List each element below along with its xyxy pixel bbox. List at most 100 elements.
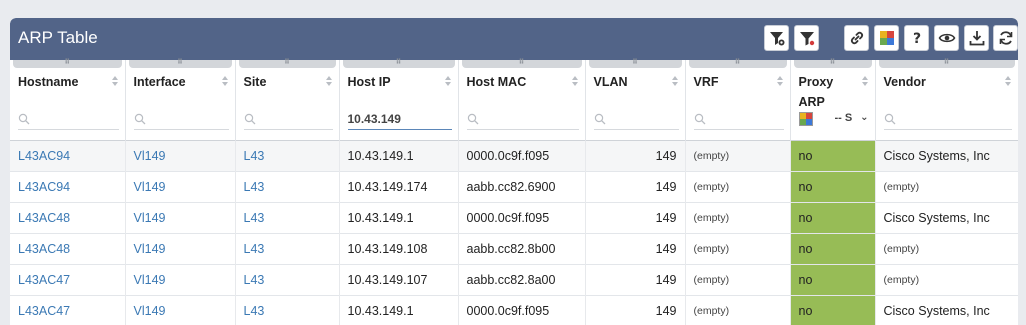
column-header-vrf[interactable]: ⠿ VRF	[685, 59, 791, 140]
hostname-link[interactable]: L43AC47	[10, 294, 126, 325]
interface-link[interactable]: Vl149	[125, 232, 236, 264]
vrf-cell: (empty)	[685, 170, 791, 202]
download-button[interactable]	[964, 25, 989, 51]
arp-table-panel: ARP Table ? ⠿ Hostname ⠿ Interface ⠿ Sit…	[10, 18, 1018, 325]
column-header-vendor[interactable]: ⠿ Vendor	[875, 59, 1018, 140]
search-icon	[134, 113, 145, 125]
site-link[interactable]: L43	[235, 139, 340, 171]
filter-settings-button[interactable]	[764, 25, 789, 51]
color-legend-button[interactable]	[874, 25, 899, 51]
hostname-link[interactable]: L43AC94	[10, 170, 126, 202]
host-ip-filter-input[interactable]: 10.43.149	[347, 110, 452, 130]
vlan-cell: 149	[585, 170, 686, 202]
site-link[interactable]: L43	[235, 232, 340, 264]
arp-table: ⠿ Hostname ⠿ Interface ⠿ Site ⠿ Host IP …	[10, 59, 1018, 325]
interface-filter-input[interactable]	[133, 110, 229, 130]
help-button[interactable]: ?	[904, 25, 929, 51]
column-drag-handle[interactable]: ⠿	[588, 59, 682, 68]
column-header-proxy-arp[interactable]: ⠿ Proxy ARP -- S ⌄	[790, 59, 876, 140]
column-drag-handle[interactable]: ⠿	[461, 59, 582, 68]
search-icon	[18, 113, 30, 125]
table-row[interactable]: L43AC94 Vl149 L43 10.43.149.1 0000.0c9f.…	[10, 139, 1018, 171]
column-drag-handle[interactable]: ⠿	[13, 59, 122, 68]
filter-clear-icon	[799, 32, 814, 46]
host-ip-cell: 10.43.149.108	[339, 232, 459, 264]
site-link[interactable]: L43	[235, 294, 340, 325]
sort-icon[interactable]	[325, 75, 333, 87]
vendor-cell: (empty)	[875, 232, 1018, 264]
hostname-link[interactable]: L43AC94	[10, 139, 126, 171]
column-label: Host MAC	[466, 75, 527, 89]
column-header-hostname[interactable]: ⠿ Hostname	[10, 59, 126, 140]
filter-clear-button[interactable]	[794, 25, 819, 51]
host-mac-cell: 0000.0c9f.f095	[458, 139, 586, 171]
filter-settings-icon	[769, 32, 784, 46]
hostname-link[interactable]: L43AC47	[10, 263, 126, 295]
column-header-interface[interactable]: ⠿ Interface	[125, 59, 236, 140]
vrf-cell: (empty)	[685, 201, 791, 233]
hostname-filter-input[interactable]	[18, 110, 119, 130]
column-drag-handle[interactable]: ⠿	[342, 59, 455, 68]
proxy-arp-select[interactable]: -- S ⌄	[835, 112, 869, 128]
chevron-down-icon: ⌄	[860, 112, 869, 123]
download-icon	[969, 31, 984, 46]
column-drag-handle[interactable]: ⠿	[238, 59, 336, 68]
view-button[interactable]	[934, 25, 959, 51]
column-drag-handle[interactable]: ⠿	[128, 59, 232, 68]
site-link[interactable]: L43	[235, 263, 340, 295]
table-row[interactable]: L43AC48 Vl149 L43 10.43.149.108 aabb.cc8…	[10, 232, 1018, 264]
vlan-filter-input[interactable]	[593, 110, 679, 130]
refresh-button[interactable]	[993, 25, 1018, 51]
hostname-link[interactable]: L43AC48	[10, 232, 126, 264]
vendor-cell: (empty)	[875, 170, 1018, 202]
column-drag-handle[interactable]: ⠿	[688, 59, 787, 68]
site-link[interactable]: L43	[235, 170, 340, 202]
column-label: Vendor	[883, 75, 926, 89]
table-row[interactable]: L43AC47 Vl149 L43 10.43.149.1 0000.0c9f.…	[10, 294, 1018, 325]
sort-icon[interactable]	[1004, 75, 1012, 87]
vendor-filter-input[interactable]	[883, 110, 1012, 130]
interface-link[interactable]: Vl149	[125, 294, 236, 325]
interface-link[interactable]: Vl149	[125, 201, 236, 233]
table-row[interactable]: L43AC48 Vl149 L43 10.43.149.1 0000.0c9f.…	[10, 201, 1018, 233]
sort-icon[interactable]	[444, 75, 452, 87]
interface-link[interactable]: Vl149	[125, 139, 236, 171]
site-filter-input[interactable]	[243, 110, 333, 130]
vlan-cell: 149	[585, 201, 686, 233]
search-icon	[594, 113, 605, 125]
filter-value: 10.43.149	[347, 112, 401, 126]
column-header-vlan[interactable]: ⠿ VLAN	[585, 59, 686, 140]
refresh-icon	[999, 31, 1012, 45]
vrf-cell: (empty)	[685, 139, 791, 171]
link-button[interactable]	[844, 25, 869, 51]
column-header-host-mac[interactable]: ⠿ Host MAC	[458, 59, 586, 140]
sort-icon[interactable]	[861, 75, 869, 87]
vrf-cell: (empty)	[685, 263, 791, 295]
column-drag-handle[interactable]: ⠿	[878, 59, 1015, 68]
column-drag-handle[interactable]: ⠿	[793, 59, 872, 68]
color-filter-icon[interactable]	[798, 112, 813, 126]
site-link[interactable]: L43	[235, 201, 340, 233]
sort-icon[interactable]	[111, 75, 119, 87]
hostname-link[interactable]: L43AC48	[10, 201, 126, 233]
interface-link[interactable]: Vl149	[125, 170, 236, 202]
view-icon	[938, 33, 955, 43]
vrf-filter-input[interactable]	[693, 110, 784, 130]
table-row[interactable]: L43AC47 Vl149 L43 10.43.149.107 aabb.cc8…	[10, 263, 1018, 295]
sort-icon[interactable]	[776, 75, 784, 87]
sort-icon[interactable]	[571, 75, 579, 87]
interface-link[interactable]: Vl149	[125, 263, 236, 295]
select-value: -- S	[834, 112, 853, 124]
search-icon	[884, 113, 895, 125]
sort-icon[interactable]	[221, 75, 229, 87]
table-row[interactable]: L43AC94 Vl149 L43 10.43.149.174 aabb.cc8…	[10, 170, 1018, 202]
column-header-site[interactable]: ⠿ Site	[235, 59, 340, 140]
column-label: VRF	[693, 75, 719, 89]
host-mac-filter-input[interactable]	[466, 110, 579, 130]
sort-icon[interactable]	[671, 75, 679, 87]
vrf-cell: (empty)	[685, 294, 791, 325]
vendor-cell: Cisco Systems, Inc	[875, 139, 1018, 171]
host-ip-cell: 10.43.149.1	[339, 139, 459, 171]
vrf-cell: (empty)	[685, 232, 791, 264]
column-header-host-ip[interactable]: ⠿ Host IP 10.43.149	[339, 59, 459, 140]
